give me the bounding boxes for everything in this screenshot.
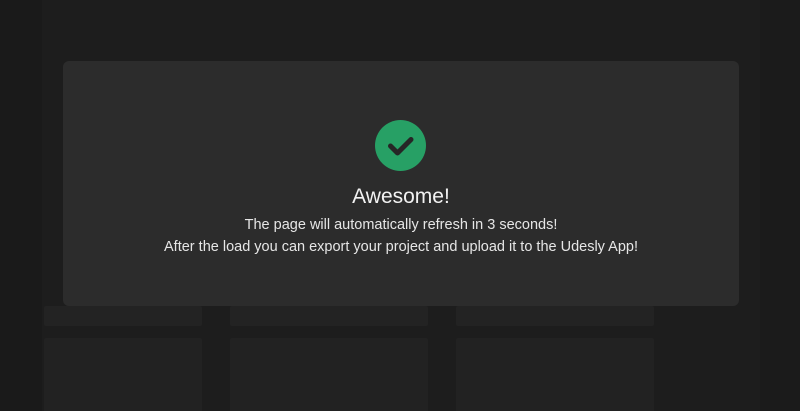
modal-message-refresh: The page will automatically refresh in 3… xyxy=(244,217,558,233)
background-strip-left xyxy=(0,0,42,411)
background-tile xyxy=(456,306,654,326)
background-tile xyxy=(230,338,428,411)
check-circle-icon xyxy=(375,120,426,171)
background-tile xyxy=(230,306,428,326)
modal-message-export: After the load you can export your proje… xyxy=(164,239,638,255)
background-tile xyxy=(44,306,202,326)
background-tile xyxy=(44,338,202,411)
background-strip-right xyxy=(760,0,800,411)
modal-title: Awesome! xyxy=(352,185,450,208)
background-tile xyxy=(456,338,654,411)
success-modal: Awesome! The page will automatically ref… xyxy=(63,61,739,306)
checkmark-icon xyxy=(388,137,414,156)
